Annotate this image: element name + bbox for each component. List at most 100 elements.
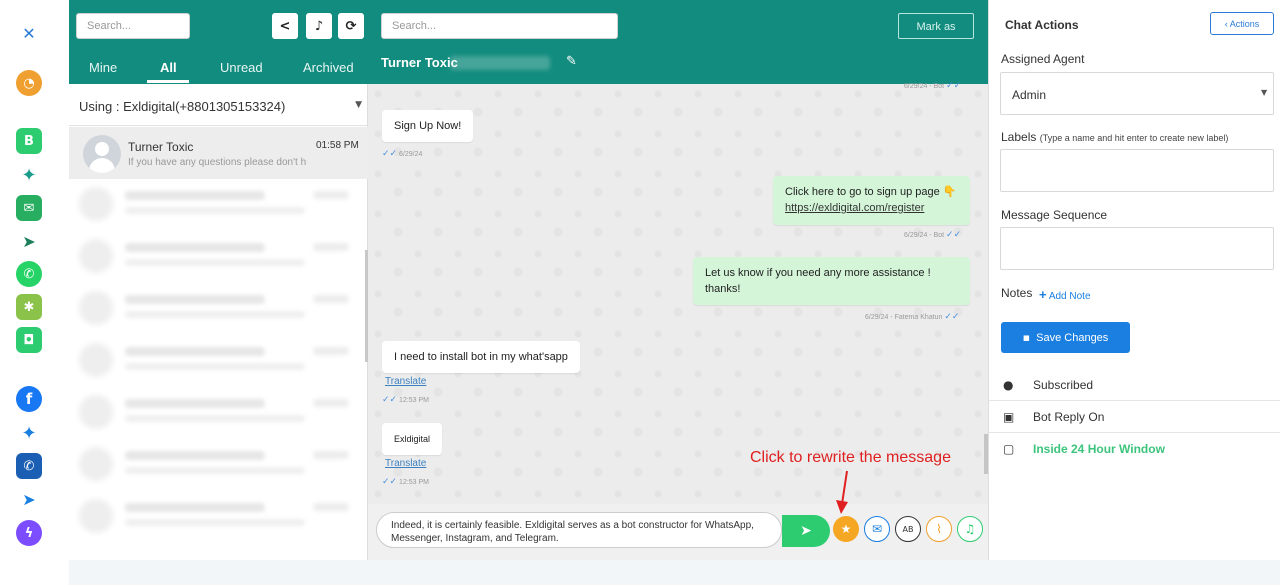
double-check-icon: ✓✓ [944,312,960,322]
edit-icon[interactable]: ✎ [566,54,580,69]
save-changes-button[interactable]: ▪ Save Changes [1001,322,1130,353]
robot-icon[interactable]: ✦ [16,162,42,188]
sender-number-label: Using : Exldigital(+8801305153324) [79,99,286,114]
message-bubble-outgoing: Click here to go to sign up page 👇 https… [773,176,970,225]
list-item[interactable] [79,445,359,481]
paperclip-icon: ⌇ [936,522,942,536]
app-rail: ✕ ◔ B ✦ ✉ ➤ ✆ ✱ ◘ f ✦ ✆ ➤ ϟ [0,0,69,585]
list-item[interactable] [79,497,359,533]
announcement-icon[interactable]: ➤ [16,228,42,254]
double-check-icon: ✓✓ [946,230,962,240]
message-meta: ✓✓ 12:53 PM [382,477,430,487]
chat-list-search-input[interactable]: Search... [76,13,190,39]
message-meta: 6/29/24 - Fatema Khatun ✓✓ [865,312,960,322]
dashboard-gauge-icon[interactable]: ◔ [16,70,42,96]
message-bubble-incoming: I need to install bot in my what'sapp [382,341,580,373]
caret-down-icon: ▼ [355,100,362,110]
notifications-button[interactable]: ♪ [306,13,332,39]
collapse-button[interactable]: < [272,13,298,39]
list-item[interactable] [79,341,359,377]
caret-down-icon: ▼ [1261,88,1268,97]
voice-button[interactable]: ♫ [957,516,983,542]
conversation-panel: Search... Mark as Turner Toxic ✎ 6/29/24… [368,0,988,560]
b-icon[interactable]: B [16,128,42,154]
assigned-agent-label: Assigned Agent [1001,52,1085,66]
sender-number-select[interactable]: Using : Exldigital(+8801305153324) ▼ [69,84,368,126]
whatsapp-card-icon[interactable]: ✉ [16,195,42,221]
star-icon: ★ [840,522,852,536]
phone-card-icon[interactable]: ✆ [16,453,42,479]
logo-icon[interactable]: ✕ [16,20,42,46]
puzzle-icon[interactable]: ✱ [16,294,42,320]
messenger-icon[interactable]: ϟ [16,520,42,546]
message-composer: Indeed, it is certainly feasible. Exldig… [368,504,988,560]
rewrite-annotation: Click to rewrite the message [750,449,951,466]
annotation-arrow-icon [836,470,848,514]
chat-list-item-active[interactable]: Turner Toxic 01:58 PM If you have any qu… [69,127,368,179]
conversation-header: Search... Mark as Turner Toxic ✎ [368,0,988,84]
user-icon: ● [1003,378,1014,392]
list-item[interactable] [79,289,359,325]
message-input[interactable]: Indeed, it is certainly feasible. Exldig… [376,512,782,548]
refresh-button[interactable]: ⟳ [338,13,364,39]
tab-unread[interactable]: Unread [220,60,263,75]
active-tab-indicator [147,80,189,83]
microphone-icon: ♫ [964,522,976,536]
template-button[interactable]: ✉ [864,516,890,542]
contact-name: Turner Toxic [381,55,458,70]
tab-mine[interactable]: Mine [89,60,117,75]
labels-input[interactable] [1000,149,1274,192]
chat-list-header: Search... < ♪ ⟳ Mine All Unread Archived [69,0,368,84]
add-note-link[interactable]: + Add Note [1039,287,1091,302]
plus-icon: + [1039,287,1047,302]
megaphone-icon[interactable]: ➤ [16,486,42,512]
double-check-icon: ✓✓ [382,149,398,159]
spellcheck-icon: AB [902,524,914,534]
tab-archived[interactable]: Archived [303,60,354,75]
translate-link[interactable]: Translate [385,458,426,469]
translate-link[interactable]: Translate [385,376,426,387]
send-button[interactable]: ➤ [782,515,830,547]
panel-title: Chat Actions [1005,18,1079,32]
chat-item-preview: If you have any questions please don't h [128,157,307,168]
message-sequence-label: Message Sequence [1001,208,1108,222]
labels-hint: (Type a name and hit enter to create new… [1039,133,1229,143]
message-bubble-incoming: Sign Up Now! [382,110,474,142]
facebook-icon[interactable]: f [16,386,42,412]
message-meta: ✓✓ 6/29/24 [382,149,423,159]
save-icon: ▪ [1022,331,1031,344]
message-meta: 6/29/24 - Bot ✓✓ [904,81,962,91]
double-check-icon: ✓✓ [946,81,962,91]
spellcheck-button[interactable]: AB [895,516,921,542]
envelope-icon: ✉ [871,522,883,536]
message-meta: 6/29/24 - Bot ✓✓ [904,230,962,240]
message-bubble-outgoing: Let us know if you need any more assista… [693,257,970,305]
chat-actions-panel: Chat Actions ‹ Actions Assigned Agent Ad… [988,0,1280,560]
whatsapp-icon[interactable]: ✆ [16,261,42,287]
actions-button[interactable]: ‹ Actions [1210,12,1274,35]
rewrite-ai-button[interactable]: ★ [833,516,859,542]
chat-item-time: 01:58 PM [316,140,359,151]
list-item[interactable] [79,237,359,273]
double-check-icon: ✓✓ [382,477,398,487]
shopping-bag-icon[interactable]: ◘ [16,327,42,353]
list-item[interactable] [79,393,359,429]
tab-all[interactable]: All [160,60,177,75]
attach-button[interactable]: ⌇ [926,516,952,542]
message-sequence-select[interactable] [1000,227,1274,270]
conversation-search-input[interactable]: Search... [381,13,618,39]
double-check-icon: ✓✓ [382,395,398,405]
avatar [83,135,121,173]
chat-bubble-icon: ▢ [1003,442,1015,456]
chat-list-panel: Search... < ♪ ⟳ Mine All Unread Archived… [69,0,368,560]
mark-as-button[interactable]: Mark as [898,13,974,39]
status-subscribed: ● Subscribed [989,369,1280,401]
message-meta: ✓✓ 12:53 PM [382,395,430,405]
register-link[interactable]: https://exldigital.com/register [785,200,958,216]
bot-icon[interactable]: ✦ [16,420,42,446]
assigned-agent-value: Admin [1012,88,1047,102]
status-bot-reply: ▣ Bot Reply On [989,401,1280,433]
list-item[interactable] [79,185,359,221]
robot-icon: ▣ [1003,410,1015,424]
assigned-agent-select[interactable]: Admin ▼ [1000,72,1274,115]
